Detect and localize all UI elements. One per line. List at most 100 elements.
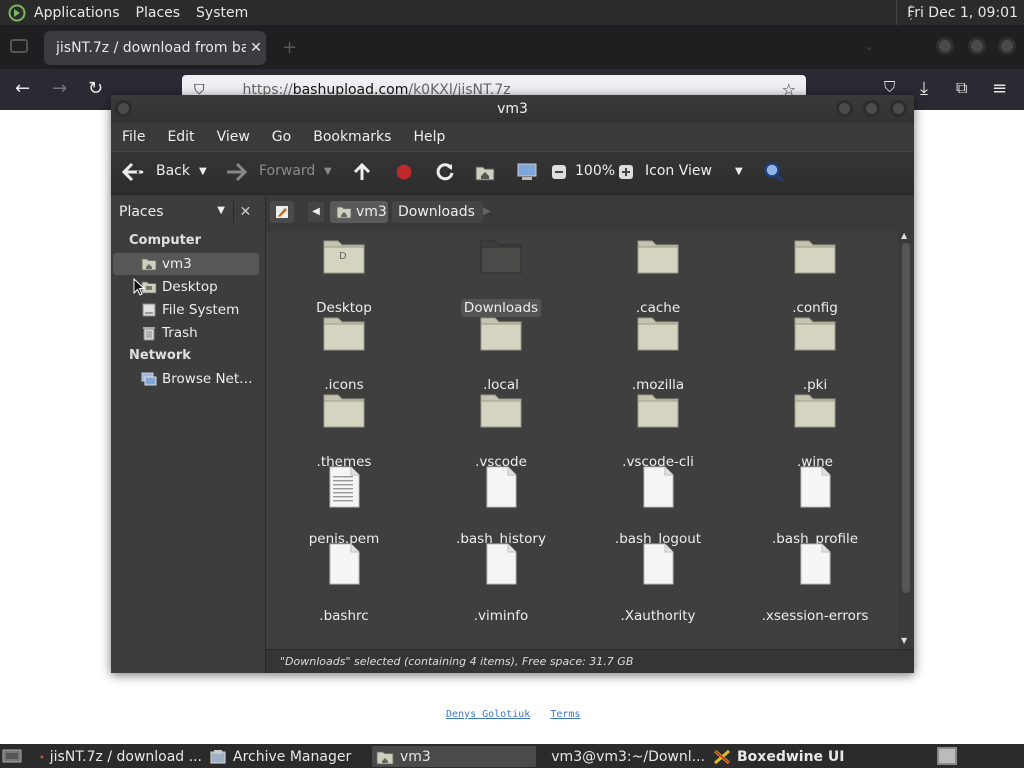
file-item[interactable]: .viminfo xyxy=(431,543,571,625)
close-button[interactable] xyxy=(890,100,907,117)
taskbar-item-label: jisNT.7z / download ... xyxy=(49,748,202,765)
zoom-in-icon[interactable] xyxy=(614,160,638,184)
file-item[interactable]: .bashrc xyxy=(274,543,414,625)
folder-icon xyxy=(322,389,366,433)
view-mode-chevron-down-icon[interactable]: ▼ xyxy=(735,166,743,177)
pocket-icon[interactable]: ⛉ xyxy=(884,78,895,96)
file-item[interactable]: .bash_logout xyxy=(588,466,728,548)
folder-item[interactable]: .vscode-cli xyxy=(588,389,728,471)
zoom-out-icon[interactable] xyxy=(547,160,571,184)
scroll-up-icon[interactable]: ▲ xyxy=(901,231,907,240)
folder-item[interactable]: .cache xyxy=(588,235,728,317)
close-button[interactable] xyxy=(998,37,1016,55)
tab-list-icon[interactable] xyxy=(10,39,28,53)
minimize-button[interactable] xyxy=(936,37,954,55)
panel-clock[interactable]: Fri Dec 1, 09:01 xyxy=(896,0,1024,25)
home-icon[interactable] xyxy=(473,160,497,184)
file-item[interactable]: .Xauthority xyxy=(588,543,728,625)
edit-path-icon[interactable] xyxy=(270,201,294,223)
trash-icon xyxy=(143,327,155,341)
file-item[interactable]: .bash_history xyxy=(431,466,571,548)
forward-arrow-icon[interactable] xyxy=(224,160,248,184)
taskbar-item-vm3[interactable]: vm3 xyxy=(372,746,536,767)
folder-item[interactable]: .mozilla xyxy=(588,312,728,394)
window-menu-button[interactable] xyxy=(115,100,132,117)
vertical-scrollbar[interactable]: ▲ ▼ xyxy=(898,231,914,649)
places-menu[interactable]: Places xyxy=(136,5,181,21)
chevron-down-icon[interactable]: ⌄ xyxy=(864,39,874,53)
file-icon-view[interactable]: D Desktop Downloads .cache .config .icons .loc… xyxy=(266,231,914,649)
reload-icon[interactable]: ↻ xyxy=(88,78,103,99)
file-item[interactable]: penis.pem xyxy=(274,466,414,548)
browser-tab[interactable]: jisNT.7z / download from bashu ✕ xyxy=(44,31,266,65)
author-link[interactable]: Denys Golotiuk xyxy=(446,709,530,720)
sidebar-item-browse-network[interactable]: Browse Net… xyxy=(113,368,259,390)
archive-manager-icon xyxy=(210,749,226,763)
distro-logo-icon[interactable] xyxy=(6,2,28,24)
sidebar-item-label: Browse Net… xyxy=(162,371,253,387)
folder-item[interactable]: .icons xyxy=(274,312,414,394)
scroll-down-icon[interactable]: ▼ xyxy=(901,636,907,645)
menu-bookmarks[interactable]: Bookmarks xyxy=(313,129,391,145)
menu-view[interactable]: View xyxy=(217,129,250,145)
back-history-chevron-down-icon[interactable]: ▼ xyxy=(199,166,207,177)
folder-item[interactable]: Downloads xyxy=(431,235,571,317)
places-selector[interactable]: Places ▼ xyxy=(115,201,229,223)
file-item[interactable]: .bash_profile xyxy=(745,466,885,548)
file-item[interactable]: .xsession-errors xyxy=(745,543,885,625)
menu-file[interactable]: File xyxy=(122,129,145,145)
show-desktop-icon[interactable] xyxy=(2,747,22,765)
taskbar-item-terminal[interactable]: vm3@vm3:~/Downl... xyxy=(541,746,705,767)
download-icon[interactable]: ⤓ xyxy=(920,78,928,99)
maximize-button[interactable] xyxy=(863,100,880,117)
terms-link[interactable]: Terms xyxy=(550,709,580,720)
sidebar-item-trash[interactable]: Trash xyxy=(113,322,259,344)
search-icon[interactable] xyxy=(762,160,786,184)
taskbar-item-firefox[interactable]: jisNT.7z / download ... xyxy=(36,746,202,767)
extensions-icon[interactable]: ⧉ xyxy=(956,78,967,98)
taskbar-item-boxedwine[interactable]: Boxedwine UI xyxy=(709,746,879,767)
forward-history-chevron-down-icon[interactable]: ▼ xyxy=(324,166,332,177)
sidebar-item-vm3[interactable]: vm3 xyxy=(113,253,259,275)
folder-item[interactable]: .wine xyxy=(745,389,885,471)
up-arrow-icon[interactable] xyxy=(350,160,374,184)
computer-icon[interactable] xyxy=(515,160,539,184)
sidebar-item-file-system[interactable]: File System xyxy=(113,299,259,321)
path-scroll-left-icon[interactable]: ◀ xyxy=(308,202,324,222)
back-arrow-icon[interactable]: ← xyxy=(15,78,30,99)
reload-icon[interactable] xyxy=(433,160,457,184)
scrollbar-thumb[interactable] xyxy=(902,243,910,593)
network-icon xyxy=(141,372,157,386)
new-tab-icon[interactable]: + xyxy=(282,37,297,58)
file-manager-window: vm3 File Edit View Go Bookmarks Help Bac… xyxy=(111,95,914,673)
menu-edit[interactable]: Edit xyxy=(167,129,194,145)
folder-item[interactable]: .pki xyxy=(745,312,885,394)
view-mode-select[interactable]: Icon View xyxy=(645,163,712,179)
applications-menu[interactable]: Applications xyxy=(34,5,120,21)
taskbar-item-archive-manager[interactable]: Archive Manager xyxy=(205,746,367,767)
close-sidebar-icon[interactable]: ✕ xyxy=(233,201,257,223)
folder-item[interactable]: D Desktop xyxy=(274,235,414,317)
workspace-switcher[interactable] xyxy=(937,747,957,765)
path-segment-downloads[interactable]: Downloads xyxy=(392,201,483,223)
path-segment-vm3[interactable]: vm3 xyxy=(330,201,388,223)
folder-item[interactable]: .vscode xyxy=(431,389,571,471)
folder-item[interactable]: .config xyxy=(745,235,885,317)
maximize-button[interactable] xyxy=(968,37,986,55)
stop-icon[interactable] xyxy=(392,160,416,184)
folder-item[interactable]: .themes xyxy=(274,389,414,471)
close-tab-icon[interactable]: ✕ xyxy=(246,40,266,56)
system-menu[interactable]: System xyxy=(196,5,248,21)
back-button[interactable]: Back xyxy=(156,163,190,179)
window-titlebar[interactable]: vm3 xyxy=(111,95,914,123)
forward-button[interactable]: Forward xyxy=(259,163,315,179)
hamburger-menu-icon[interactable]: ≡ xyxy=(992,78,1007,99)
menu-go[interactable]: Go xyxy=(272,129,291,145)
folder-item[interactable]: .local xyxy=(431,312,571,394)
minimize-button[interactable] xyxy=(836,100,853,117)
zoom-level[interactable]: 100% xyxy=(575,163,615,179)
back-arrow-icon[interactable] xyxy=(121,160,145,184)
path-scroll-right-icon[interactable]: ▶ xyxy=(480,202,494,222)
forward-arrow-icon[interactable]: → xyxy=(52,78,67,99)
menu-help[interactable]: Help xyxy=(413,129,445,145)
